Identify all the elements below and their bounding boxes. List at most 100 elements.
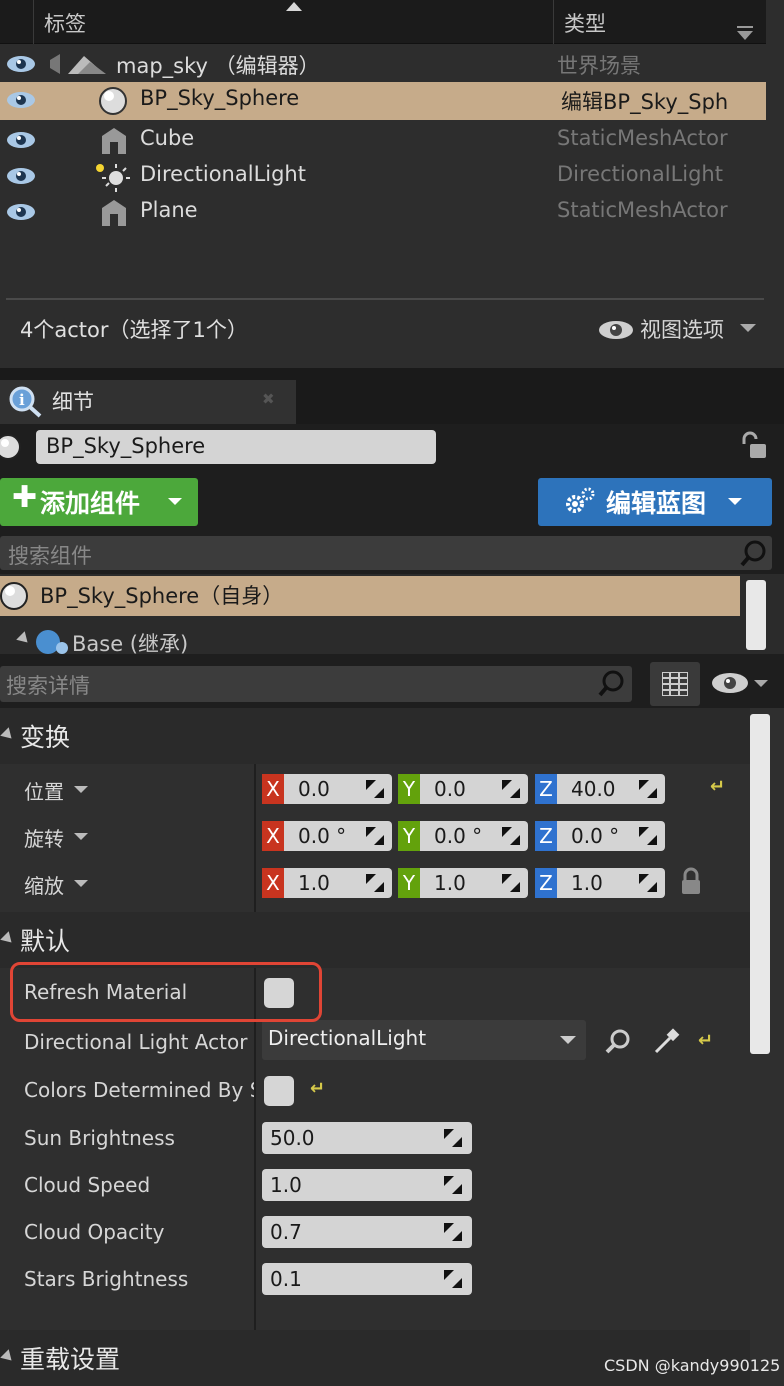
cloud-speed-field[interactable]: 1.0: [262, 1169, 472, 1201]
outliner-row-name: Cube: [140, 126, 195, 150]
reset-to-default-icon[interactable]: ↵: [698, 1030, 713, 1051]
search-components-input[interactable]: 搜索组件: [0, 536, 772, 570]
map-world-icon: [50, 54, 106, 74]
tab-details[interactable]: i 细节 ✖: [0, 380, 296, 424]
eye-icon[interactable]: [6, 131, 36, 149]
scale-z-field[interactable]: Z 1.0: [535, 868, 665, 898]
tab-label: 细节: [52, 390, 94, 414]
location-y-field[interactable]: Y 0.0: [398, 774, 528, 804]
rotation-y-field[interactable]: Y 0.0 °: [398, 821, 528, 851]
property-label: Colors Determined By Su: [24, 1078, 254, 1102]
expand-arrow-icon[interactable]: [16, 631, 32, 647]
axis-x-label: X: [262, 868, 284, 898]
eye-icon[interactable]: [6, 167, 36, 185]
chevron-down-icon[interactable]: [74, 880, 88, 887]
component-row-self[interactable]: BP_Sky_Sphere（自身）: [0, 576, 740, 616]
axis-x-label: X: [262, 821, 284, 851]
outliner-row-cube[interactable]: Cube StaticMeshActor: [0, 122, 766, 158]
reset-to-default-icon[interactable]: ↵: [310, 1078, 325, 1099]
eye-icon[interactable]: [6, 91, 36, 109]
outliner-row-directional-light[interactable]: DirectionalLight DirectionalLight: [0, 158, 766, 194]
location-z-field[interactable]: Z 40.0: [535, 774, 665, 804]
stars-brightness-field[interactable]: 0.1: [262, 1263, 472, 1295]
scale-x-field[interactable]: X 1.0: [262, 868, 392, 898]
colors-determined-checkbox[interactable]: [264, 1076, 294, 1106]
category-label: 重载设置: [20, 1345, 121, 1374]
axis-z-label: Z: [535, 868, 557, 898]
drag-arrow-icon[interactable]: [502, 874, 520, 892]
search-icon[interactable]: [598, 670, 626, 698]
property-label: Sun Brightness: [24, 1126, 175, 1150]
edit-blueprint-button[interactable]: 编辑蓝图: [538, 478, 772, 526]
gear-icon: [566, 487, 595, 513]
rotation-z-field[interactable]: Z 0.0 °: [535, 821, 665, 851]
lock-icon[interactable]: [680, 866, 702, 896]
reset-to-default-icon[interactable]: ↵: [710, 776, 725, 797]
browse-search-icon[interactable]: [604, 1028, 632, 1056]
lock-icon[interactable]: [738, 430, 768, 460]
property-rotation: 旋转 X 0.0 ° Y 0.0 ° Z 0.0 °: [0, 813, 750, 859]
drag-arrow-icon[interactable]: [444, 1176, 462, 1194]
components-scrollbar[interactable]: [746, 580, 766, 650]
eyedropper-icon[interactable]: [652, 1026, 682, 1056]
close-icon[interactable]: ✖: [262, 390, 275, 408]
outliner-row-plane[interactable]: Plane StaticMeshActor: [0, 194, 766, 230]
sun-brightness-field[interactable]: 50.0: [262, 1122, 472, 1154]
visibility-column-header[interactable]: [6, 0, 34, 44]
column-header-type[interactable]: 类型: [564, 8, 606, 38]
column-header-label[interactable]: 标签: [44, 8, 86, 38]
column-options-icon[interactable]: [737, 26, 753, 40]
drag-arrow-icon[interactable]: [366, 874, 384, 892]
directional-light-actor-dropdown[interactable]: DirectionalLight: [262, 1020, 586, 1060]
drag-arrow-icon[interactable]: [639, 827, 657, 845]
view-options-button[interactable]: 视图选项: [598, 314, 758, 344]
column-divider[interactable]: [553, 0, 554, 44]
cloud-opacity-field[interactable]: 0.7: [262, 1216, 472, 1248]
property-matrix-button[interactable]: [650, 662, 700, 706]
field-value: 1.0: [298, 871, 330, 895]
drag-arrow-icon[interactable]: [366, 780, 384, 798]
details-panel: BP_Sky_Sphere ✚ 添加组件 编辑蓝图 搜索组件 BP_Sky_Sp…: [0, 424, 784, 1386]
visibility-filter-button[interactable]: [708, 670, 770, 696]
category-default[interactable]: 默认: [0, 912, 750, 968]
property-label[interactable]: 位置: [24, 776, 64, 805]
property-label[interactable]: 缩放: [24, 870, 64, 899]
search-icon[interactable]: [740, 540, 768, 568]
location-x-field[interactable]: X 0.0: [262, 774, 392, 804]
drag-arrow-icon[interactable]: [502, 780, 520, 798]
eye-icon[interactable]: [6, 203, 36, 221]
drag-arrow-icon[interactable]: [444, 1270, 462, 1288]
scale-y-field[interactable]: Y 1.0: [398, 868, 528, 898]
outliner-header: 标签 类型: [0, 0, 766, 44]
outliner-row-map-sky[interactable]: map_sky （编辑器） 世界场景: [0, 46, 766, 82]
outliner-row-bp-sky-sphere[interactable]: BP_Sky_Sphere 编辑BP_Sky_Sph: [0, 82, 766, 120]
details-scrollbar[interactable]: [750, 714, 770, 1054]
chevron-down-icon[interactable]: [74, 786, 88, 793]
component-base[interactable]: Base (继承): [72, 628, 188, 654]
details-magnifier-icon: i: [9, 386, 42, 418]
field-value: 1.0: [270, 1173, 302, 1197]
field-value: 50.0: [270, 1126, 315, 1150]
category-transform[interactable]: 变换: [0, 708, 750, 764]
dropdown-value: DirectionalLight: [268, 1026, 427, 1050]
property-scale: 缩放 X 1.0 Y 1.0 Z 1.0: [0, 860, 750, 906]
property-label: Cloud Speed: [24, 1173, 151, 1197]
chevron-down-icon: [728, 498, 742, 505]
actor-name-field[interactable]: BP_Sky_Sphere: [36, 430, 436, 464]
chevron-down-icon: [168, 498, 182, 505]
chevron-down-icon[interactable]: [74, 833, 88, 840]
property-label[interactable]: 旋转: [24, 823, 64, 852]
eye-icon[interactable]: [6, 55, 36, 73]
grid-icon: [662, 672, 688, 696]
drag-arrow-icon[interactable]: [639, 874, 657, 892]
add-component-button[interactable]: ✚ 添加组件: [0, 478, 198, 526]
add-component-label: 添加组件: [40, 489, 141, 518]
drag-arrow-icon[interactable]: [639, 780, 657, 798]
drag-arrow-icon[interactable]: [366, 827, 384, 845]
rotation-x-field[interactable]: X 0.0 °: [262, 821, 392, 851]
drag-arrow-icon[interactable]: [502, 827, 520, 845]
outliner-row-type[interactable]: 编辑BP_Sky_Sph: [561, 86, 770, 116]
drag-arrow-icon[interactable]: [444, 1223, 462, 1241]
search-details-input[interactable]: 搜索详情: [0, 666, 632, 702]
drag-arrow-icon[interactable]: [444, 1129, 462, 1147]
